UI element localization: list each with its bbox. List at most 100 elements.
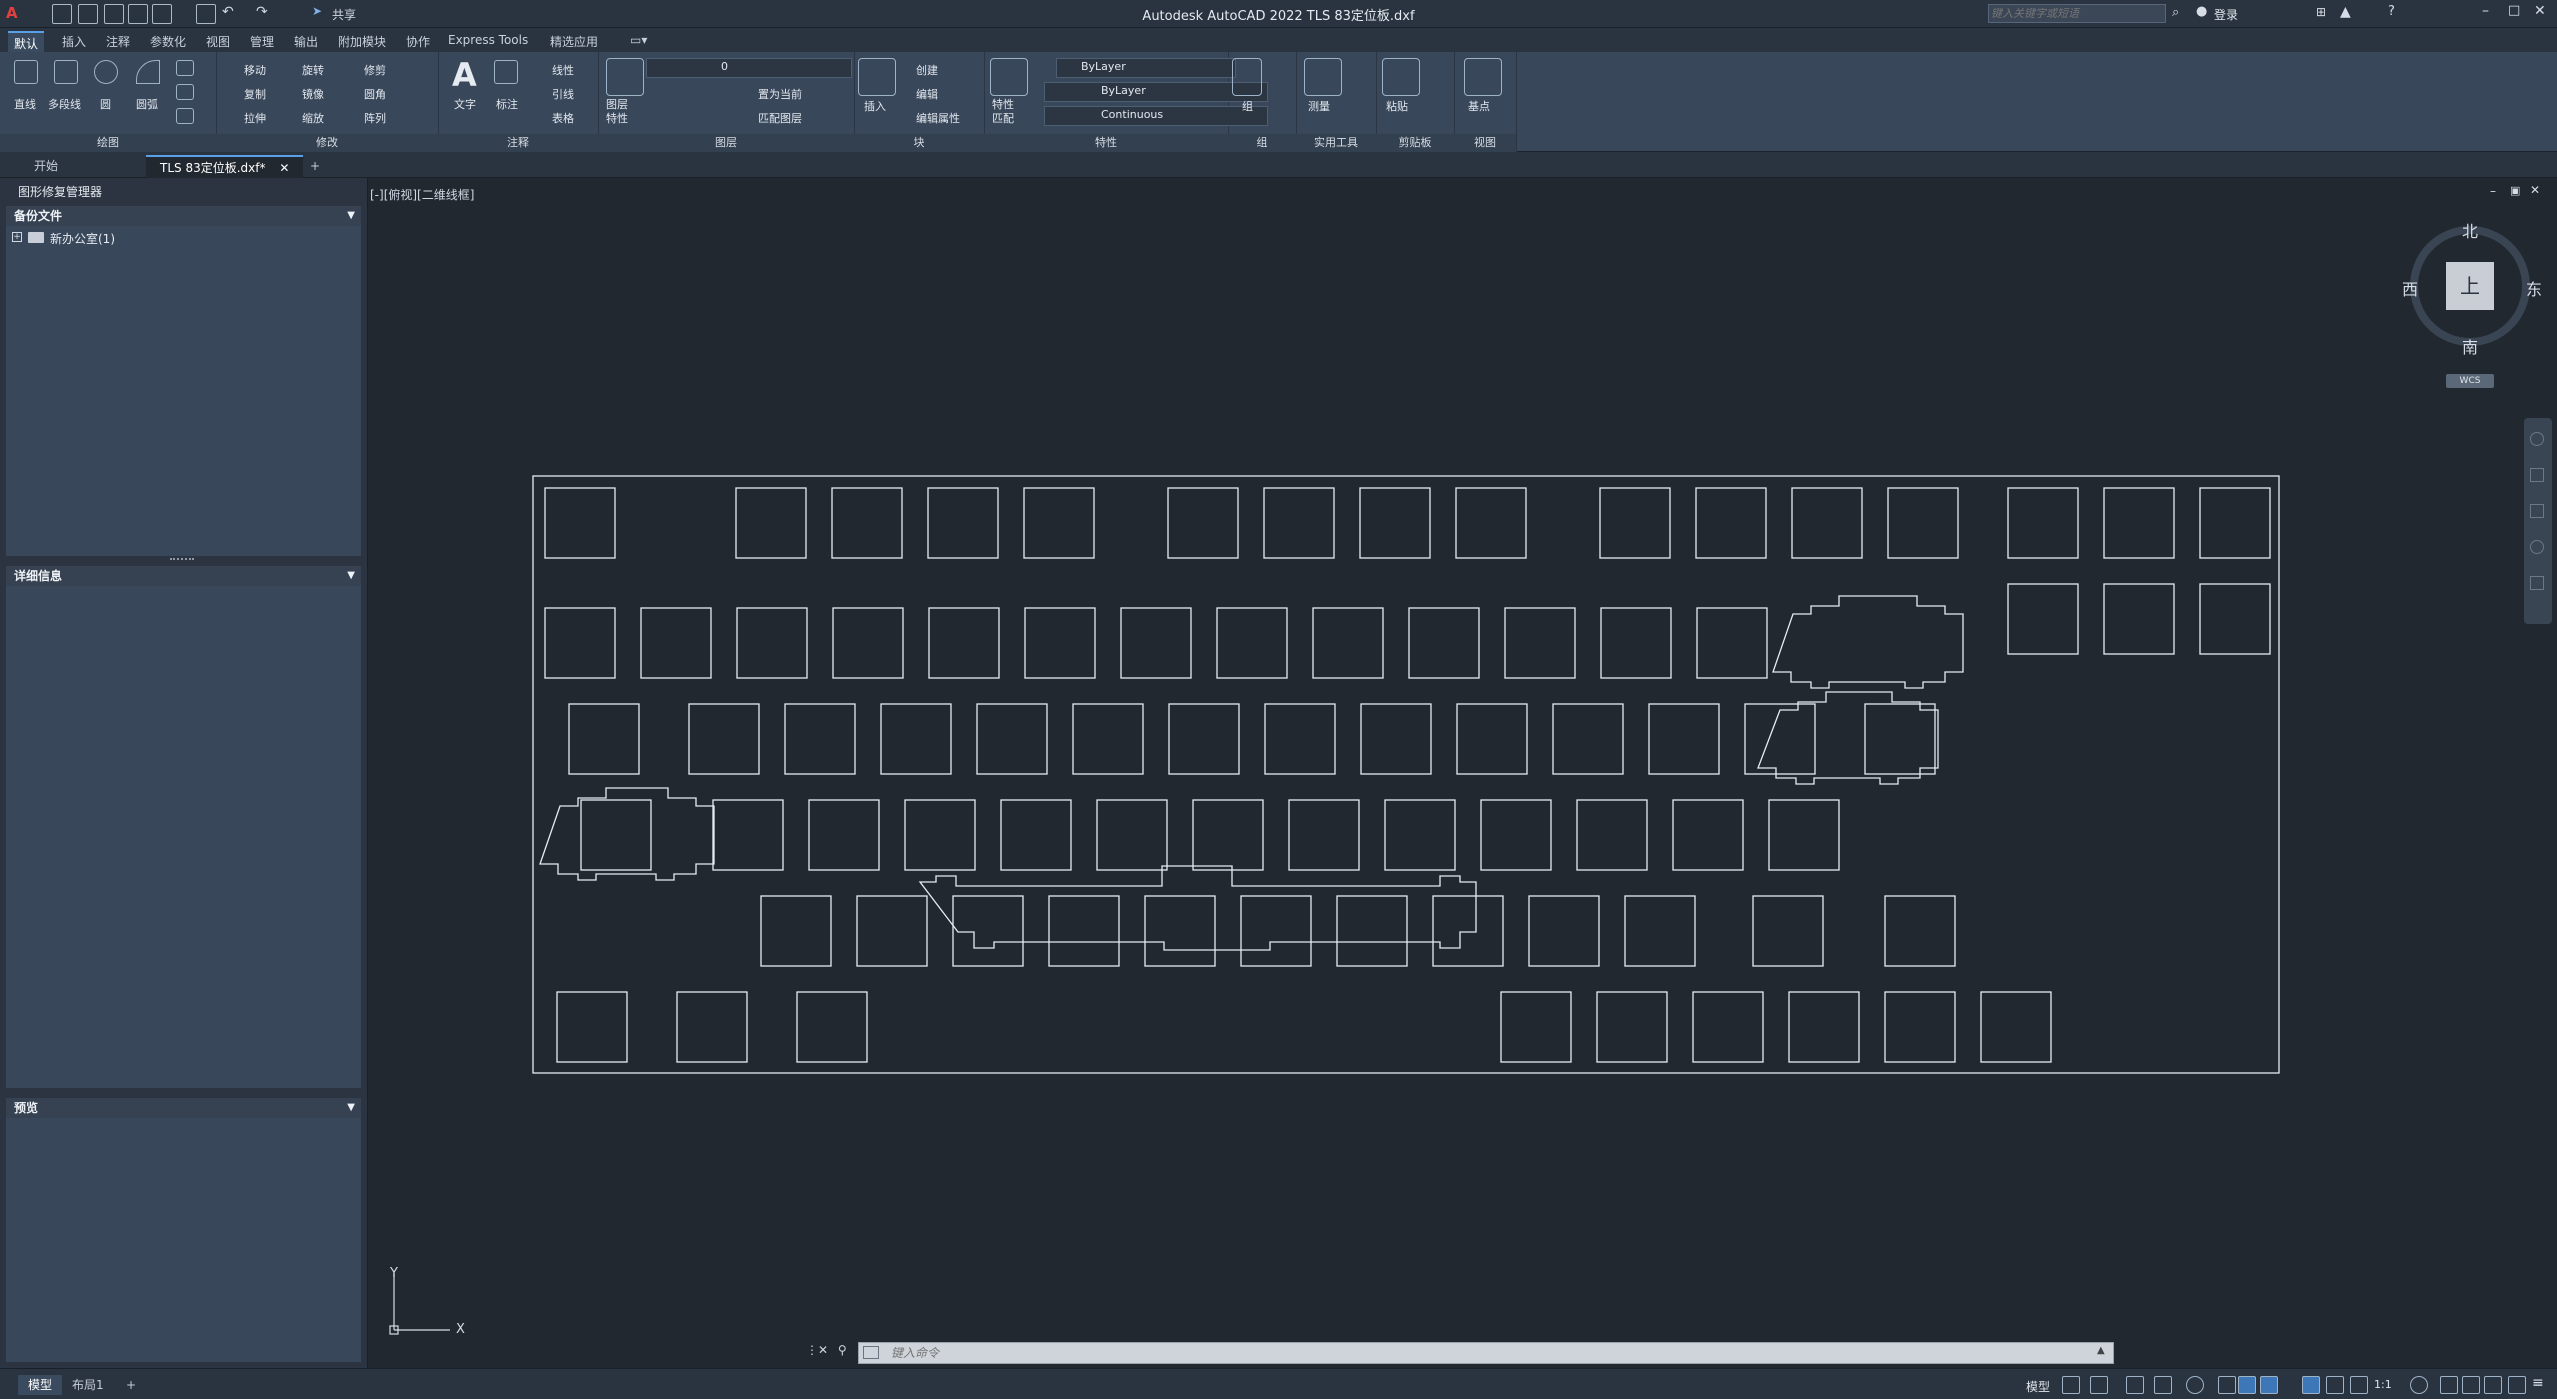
edit-attributes-tool[interactable]: 编辑属性 (916, 110, 960, 126)
trim-tool[interactable]: 修剪 (364, 62, 386, 78)
dimension-tool-label[interactable]: 标注 (496, 96, 518, 112)
key-switch-cutout[interactable] (1596, 991, 1668, 1063)
chevron-down-icon[interactable]: ▼ (347, 206, 355, 226)
key-switch-cutout[interactable] (856, 895, 928, 967)
scale-tool[interactable]: 缩放 (302, 110, 324, 126)
chevron-down-icon[interactable]: ▼ (347, 1098, 355, 1118)
stab-backspace[interactable] (1772, 595, 1964, 689)
key-switch-cutout[interactable] (1263, 487, 1335, 559)
navigation-bar[interactable] (2524, 418, 2552, 624)
key-switch-cutout[interactable] (568, 703, 640, 775)
key-switch-cutout[interactable] (712, 799, 784, 871)
key-switch-cutout[interactable] (1624, 895, 1696, 967)
array-tool[interactable]: 阵列 (364, 110, 386, 126)
tab-insert[interactable]: 插入 (56, 31, 92, 52)
key-switch-cutout[interactable] (1884, 895, 1956, 967)
polyline-tool-icon[interactable] (54, 60, 78, 84)
new-tab-button[interactable]: + (296, 155, 334, 177)
key-switch-cutout[interactable] (544, 487, 616, 559)
linear-dim-tool[interactable]: 线性 (552, 62, 574, 78)
key-switch-cutout[interactable] (928, 607, 1000, 679)
panel-utilities-title[interactable]: 实用工具 (1296, 134, 1376, 152)
key-switch-cutout[interactable] (676, 991, 748, 1063)
stab-enter[interactable] (1757, 691, 1939, 785)
close-button[interactable]: ✕ (2534, 3, 2546, 19)
panel-clipboard-title[interactable]: 剪贴板 (1376, 134, 1454, 152)
key-switch-cutout[interactable] (1359, 487, 1431, 559)
layer-properties-icon[interactable] (606, 58, 644, 96)
key-switch-cutout[interactable] (1288, 799, 1360, 871)
key-switch-cutout[interactable] (1240, 895, 1312, 967)
key-switch-cutout[interactable] (1752, 895, 1824, 967)
paste-icon[interactable] (1382, 58, 1420, 96)
key-switch-cutout[interactable] (1500, 991, 1572, 1063)
tab-addins[interactable]: 附加模块 (332, 31, 392, 52)
key-switch-cutout[interactable] (1695, 487, 1767, 559)
rectangle-tool-icon[interactable] (176, 60, 194, 76)
preview-header[interactable]: 预览 ▼ (6, 1098, 361, 1118)
panel-modify-title[interactable]: 修改 (216, 134, 438, 152)
key-switch-cutout[interactable] (1576, 799, 1648, 871)
color-dropdown[interactable]: ByLayer (1056, 58, 1236, 78)
showmotion-icon[interactable] (2530, 576, 2544, 590)
chevron-down-icon[interactable]: ▼ (347, 566, 355, 586)
match-properties-icon[interactable] (990, 58, 1028, 96)
panel-groups-title[interactable]: 组 (1228, 134, 1296, 152)
annotation-visibility-icon[interactable] (2302, 1376, 2320, 1394)
fillet-tool[interactable]: 圆角 (364, 86, 386, 102)
key-switch-cutout[interactable] (1408, 607, 1480, 679)
key-switch-cutout[interactable] (544, 607, 616, 679)
viewcube-south[interactable]: 南 (2462, 334, 2478, 358)
leader-tool[interactable]: 引线 (552, 86, 574, 102)
panel-draw-title[interactable]: 绘图 (0, 134, 216, 152)
line-tool-label[interactable]: 直线 (14, 96, 36, 112)
zoom-extents-icon[interactable] (2530, 504, 2544, 518)
auto-scale-icon[interactable] (2326, 1376, 2344, 1394)
group-label[interactable]: 组 (1242, 98, 1253, 114)
viewcube-top-face[interactable]: 上 (2446, 262, 2494, 310)
details-header[interactable]: 详细信息 ▼ (6, 566, 361, 586)
key-switch-cutout[interactable] (1096, 799, 1168, 871)
key-switch-cutout[interactable] (1264, 703, 1336, 775)
rotate-tool[interactable]: 旋转 (302, 62, 324, 78)
ortho-icon[interactable] (2154, 1376, 2172, 1394)
key-switch-cutout[interactable] (1744, 703, 1816, 775)
viewcube-east[interactable]: 东 (2526, 276, 2542, 300)
layer-dropdown[interactable]: 0 (646, 58, 852, 78)
key-switch-cutout[interactable] (1167, 487, 1239, 559)
circle-tool-icon[interactable] (94, 60, 118, 84)
arc-tool-icon[interactable] (136, 60, 160, 84)
measure-label[interactable]: 测量 (1308, 98, 1330, 114)
text-tool-icon[interactable]: A (452, 56, 477, 94)
key-switch-cutout[interactable] (1072, 703, 1144, 775)
minimize-button[interactable]: – (2482, 3, 2489, 19)
key-switch-cutout[interactable] (1648, 703, 1720, 775)
help-icon[interactable]: ? (2388, 4, 2395, 19)
line-tool-icon[interactable] (14, 60, 38, 84)
key-switch-cutout[interactable] (735, 487, 807, 559)
annotation-scale-value[interactable]: 1:1 (2374, 1378, 2392, 1391)
key-switch-cutout[interactable] (880, 703, 952, 775)
key-switch-cutout[interactable] (2199, 583, 2271, 655)
search-icon[interactable]: ⌕ (2172, 5, 2179, 20)
key-switch-cutout[interactable] (1023, 487, 1095, 559)
workspace-gear-icon[interactable] (2410, 1376, 2428, 1394)
key-switch-cutout[interactable] (1768, 799, 1840, 871)
key-switch-cutout[interactable] (1600, 607, 1672, 679)
group-icon[interactable] (1232, 58, 1262, 96)
key-switch-cutout[interactable] (1120, 607, 1192, 679)
close-command-icon[interactable]: ⋮✕ (806, 1343, 828, 1357)
cart-icon[interactable]: ⊞ (2316, 5, 2326, 19)
arc-tool-label[interactable]: 圆弧 (136, 96, 158, 112)
key-switch-cutout[interactable] (640, 607, 712, 679)
key-switch-cutout[interactable] (796, 991, 868, 1063)
backup-files-list[interactable]: + 新办公室(1) (6, 226, 361, 556)
tab-active-drawing[interactable]: TLS 83定位板.dxf* ✕ (146, 155, 304, 179)
layer-properties-label[interactable]: 图层特性 (606, 98, 636, 126)
key-switch-cutout[interactable] (1168, 703, 1240, 775)
table-tool[interactable]: 表格 (552, 110, 574, 126)
key-switch-cutout[interactable] (2007, 583, 2079, 655)
key-switch-cutout[interactable] (1887, 487, 1959, 559)
key-switch-cutout[interactable] (2103, 583, 2175, 655)
key-switch-cutout[interactable] (556, 991, 628, 1063)
